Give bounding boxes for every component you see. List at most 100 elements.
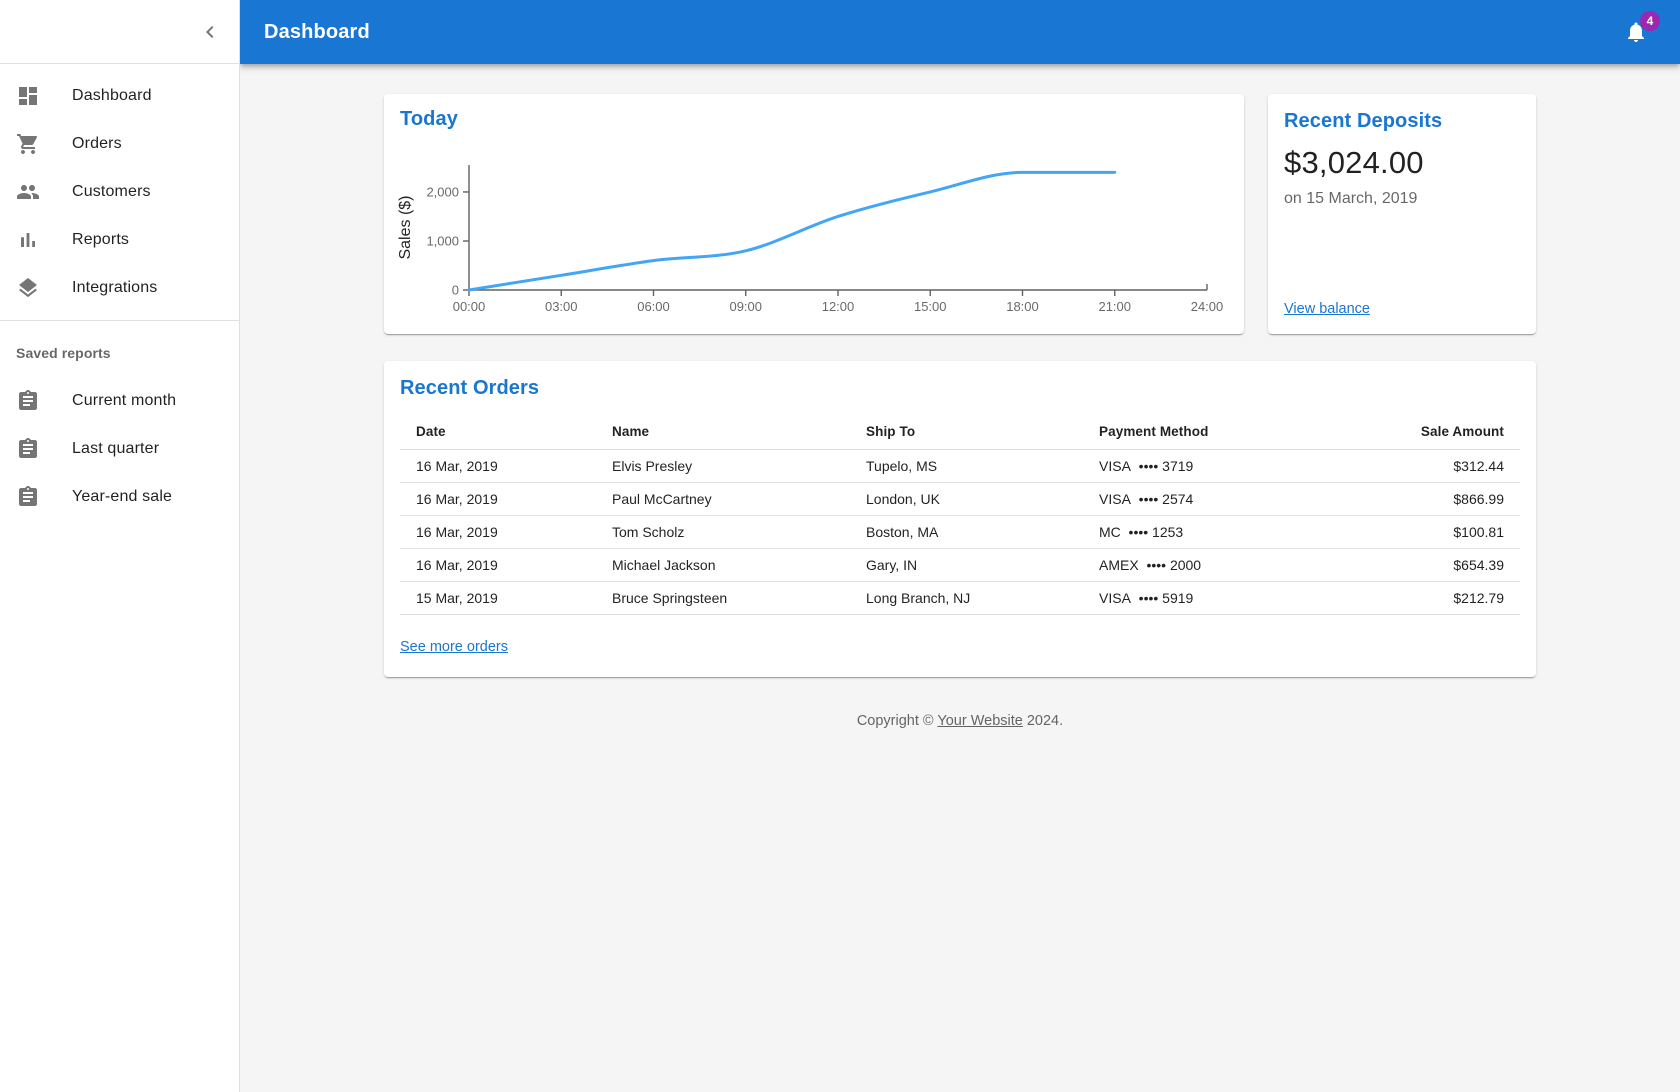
orders-title: Recent Orders xyxy=(400,377,540,399)
sidebar: Dashboard Orders Customers Reports Integrati… xyxy=(0,0,240,1092)
cell-amount: $100.81 xyxy=(1313,515,1520,549)
sidebar-item-label: Integrations xyxy=(72,279,158,296)
sidebar-item-integrations[interactable]: Integrations xyxy=(0,264,239,312)
cell-payment: VISA •••• 3719 xyxy=(1083,449,1313,483)
see-more-orders-link[interactable]: See more orders xyxy=(400,639,508,655)
collapse-drawer-button[interactable] xyxy=(190,12,230,52)
x-tick-label: 06:00 xyxy=(637,299,670,314)
deposits-amount: $3,024.00 xyxy=(1284,145,1424,180)
recent-orders-card: Recent Orders Date Name Ship To Payment Met… xyxy=(384,361,1536,677)
deposits-title: Recent Deposits xyxy=(1284,110,1443,132)
column-header-name: Name xyxy=(596,414,850,450)
sidebar-item-label: Dashboard xyxy=(72,87,152,104)
sidebar-item-reports[interactable]: Reports xyxy=(0,216,239,264)
x-tick-label: 24:00 xyxy=(1191,299,1224,314)
sidebar-item-label: Current month xyxy=(72,392,177,409)
main-content[interactable]: Today 00:00 03:00 06:00 09:00 12:00 15:00 18:0… xyxy=(240,64,1680,1092)
cell-payment: AMEX •••• 2000 xyxy=(1083,548,1313,582)
column-header-payment-method: Payment Method xyxy=(1083,414,1313,450)
assignment-icon xyxy=(16,485,72,509)
cell-date: 16 Mar, 2019 xyxy=(400,548,596,582)
table-row: 16 Mar, 2019 Tom Scholz Boston, MA MC •••• … xyxy=(400,515,1520,549)
chevron-left-icon xyxy=(206,25,214,38)
table-row: 16 Mar, 2019 Michael Jackson Gary, IN AMEX … xyxy=(400,548,1520,582)
notifications-badge: 4 xyxy=(1640,11,1660,31)
sidebar-item-last-quarter[interactable]: Last quarter xyxy=(0,425,239,473)
orders-table: Date Name Ship To Payment Method Sale Amount… xyxy=(400,414,1520,615)
x-tick-label: 03:00 xyxy=(545,299,578,314)
top-row: Today 00:00 03:00 06:00 09:00 12:00 15:00 18:0… xyxy=(384,94,1536,334)
cell-amount: $866.99 xyxy=(1313,482,1520,516)
column-header-sale-amount: Sale Amount xyxy=(1313,414,1520,450)
y-tick-label: 0 xyxy=(452,283,459,298)
saved-reports-items: Current month Last quarter Year-end sale xyxy=(0,377,239,521)
cell-ship-to: Boston, MA xyxy=(850,515,1083,549)
cell-date: 16 Mar, 2019 xyxy=(400,482,596,516)
sidebar-item-label: Customers xyxy=(72,183,151,200)
assignment-icon xyxy=(16,389,72,413)
cell-date: 15 Mar, 2019 xyxy=(400,581,596,615)
page-title: Dashboard xyxy=(264,20,370,43)
view-balance-link[interactable]: View balance xyxy=(1284,301,1370,317)
x-tick-label: 00:00 xyxy=(453,299,486,314)
cell-amount: $654.39 xyxy=(1313,548,1520,582)
column-header-date: Date xyxy=(400,414,596,450)
sales-line-chart: 00:00 03:00 06:00 09:00 12:00 15:00 18:00 21:00… xyxy=(397,165,1224,314)
table-row: 16 Mar, 2019 Paul McCartney London, UK VISA… xyxy=(400,482,1520,516)
layers-icon xyxy=(16,276,72,300)
cell-name: Bruce Springsteen xyxy=(596,581,850,615)
your-website-link[interactable]: Your Website xyxy=(937,713,1022,729)
cell-ship-to: Tupelo, MS xyxy=(850,449,1083,483)
cell-payment: MC •••• 1253 xyxy=(1083,515,1313,549)
orders-table-header-row: Date Name Ship To Payment Method Sale Amount xyxy=(400,414,1520,450)
x-tick-label: 09:00 xyxy=(729,299,762,314)
cell-name: Paul McCartney xyxy=(596,482,850,516)
sidebar-item-label: Orders xyxy=(72,135,122,152)
dashboard-icon xyxy=(16,84,72,108)
deposits-spacer xyxy=(1284,208,1520,300)
y-tick-label: 1,000 xyxy=(426,233,459,248)
people-icon xyxy=(16,180,72,204)
saved-reports-subheader: Saved reports xyxy=(16,345,111,361)
cell-payment: VISA •••• 2574 xyxy=(1083,482,1313,516)
y-axis-label: Sales ($) xyxy=(397,195,414,259)
footer-copyright: Copyright © Your Website 2024. xyxy=(384,713,1536,769)
sidebar-item-year-end-sale[interactable]: Year-end sale xyxy=(0,473,239,521)
cell-ship-to: Gary, IN xyxy=(850,548,1083,582)
cell-payment: VISA •••• 5919 xyxy=(1083,581,1313,615)
sidebar-item-current-month[interactable]: Current month xyxy=(0,377,239,425)
content-container: Today 00:00 03:00 06:00 09:00 12:00 15:00 18:0… xyxy=(384,94,1536,769)
copyright-suffix: 2024. xyxy=(1022,713,1064,729)
cell-ship-to: Long Branch, NJ xyxy=(850,581,1083,615)
sidebar-item-label: Reports xyxy=(72,231,130,248)
cell-ship-to: London, UK xyxy=(850,482,1083,516)
column-header-ship-to: Ship To xyxy=(850,414,1083,450)
sidebar-main-list: Dashboard Orders Customers Reports Integrati… xyxy=(0,64,239,320)
x-tick-label: 21:00 xyxy=(1098,299,1131,314)
x-tick-label: 12:00 xyxy=(822,299,855,314)
table-row: 15 Mar, 2019 Bruce Springsteen Long Branch… xyxy=(400,581,1520,615)
sidebar-item-dashboard[interactable]: Dashboard xyxy=(0,72,239,120)
chart-line xyxy=(467,170,1117,292)
sidebar-item-orders[interactable]: Orders xyxy=(0,120,239,168)
sidebar-item-customers[interactable]: Customers xyxy=(0,168,239,216)
shopping-cart-icon xyxy=(16,132,72,156)
notifications-button[interactable]: 4 xyxy=(1616,11,1660,52)
bar-chart-icon xyxy=(16,228,72,252)
sidebar-toolbar xyxy=(0,0,239,64)
assignment-icon xyxy=(16,437,72,461)
copyright-prefix: Copyright © xyxy=(856,713,938,729)
table-row: 16 Mar, 2019 Elvis Presley Tupelo, MS VISA … xyxy=(400,449,1520,483)
cell-date: 16 Mar, 2019 xyxy=(400,449,596,483)
appbar: Dashboard 4 xyxy=(240,0,1680,64)
cell-name: Tom Scholz xyxy=(596,515,850,549)
recent-deposits-card: Recent Deposits $3,024.00 on 15 March, 2… xyxy=(1268,94,1536,334)
deposits-date: on 15 March, 2019 xyxy=(1284,190,1418,207)
y-tick-label: 2,000 xyxy=(426,184,459,199)
cell-amount: $312.44 xyxy=(1313,449,1520,483)
sidebar-secondary-list: Saved reports Current month Last quarter Y… xyxy=(0,321,239,529)
cell-name: Elvis Presley xyxy=(596,449,850,483)
x-tick-label: 15:00 xyxy=(914,299,947,314)
cell-name: Michael Jackson xyxy=(596,548,850,582)
sidebar-item-label: Last quarter xyxy=(72,440,160,457)
